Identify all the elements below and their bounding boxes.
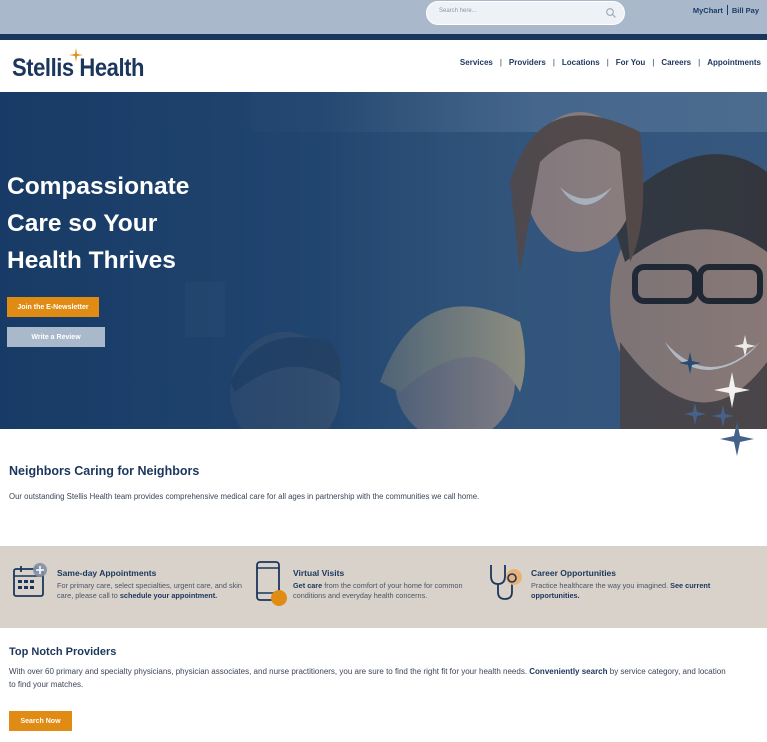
hero-banner: Compassionate Care so Your Health Thrive…: [0, 92, 767, 429]
nav-separator: |: [499, 58, 502, 67]
nav-separator: |: [552, 58, 555, 67]
get-care-link[interactable]: Get care: [293, 581, 322, 590]
nav-separator: |: [698, 58, 701, 67]
main-nav: Services | Providers | Locations | For Y…: [460, 58, 761, 67]
search-icon[interactable]: [605, 7, 617, 19]
newsletter-button[interactable]: Join the E-Newsletter: [7, 297, 99, 317]
conveniently-search-link[interactable]: Conveniently search: [529, 667, 607, 676]
search-now-button[interactable]: Search Now: [9, 711, 72, 731]
providers-title: Top Notch Providers: [9, 646, 117, 658]
feature-title-virtual[interactable]: Virtual Visits: [293, 568, 344, 578]
hero-title-line: Health Thrives: [7, 247, 176, 274]
stethoscope-icon: [490, 565, 522, 600]
nav-providers[interactable]: Providers: [509, 58, 546, 67]
nav-separator: |: [652, 58, 655, 67]
feature-text-same-day: For primary care, select specialties, ur…: [57, 581, 242, 600]
utility-links: MyChart Bill Pay: [693, 5, 759, 15]
nav-services[interactable]: Services: [460, 58, 493, 67]
feature-title-career[interactable]: Career Opportunities: [531, 568, 616, 578]
site-header: Stellis Health Services | Providers | Lo…: [0, 40, 767, 92]
nav-appointments[interactable]: Appointments: [707, 58, 761, 67]
mychart-link[interactable]: MyChart: [693, 6, 723, 15]
feature-text-virtual: Get care from the comfort of your home f…: [293, 581, 463, 600]
hero-title: Compassionate Care so Your Health Thrive…: [7, 168, 227, 279]
feature-text-career: Practice healthcare the way you imagined…: [531, 581, 711, 600]
intro-text: Our outstanding Stellis Health team prov…: [9, 492, 480, 501]
providers-text: With over 60 primary and specialty physi…: [9, 667, 726, 689]
utility-bar: Search here... MyChart Bill Pay: [0, 0, 767, 34]
bill-pay-link[interactable]: Bill Pay: [732, 6, 759, 15]
search-box[interactable]: Search here...: [426, 1, 625, 25]
hero-title-line: Care so Your: [7, 210, 158, 237]
nav-for-you[interactable]: For You: [616, 58, 645, 67]
hero-title-line: Compassionate: [7, 173, 190, 200]
nav-separator: |: [606, 58, 609, 67]
write-review-button[interactable]: Write a Review: [7, 327, 105, 347]
feature-title-same-day[interactable]: Same-day Appointments: [57, 568, 156, 578]
phone-icon: [256, 561, 287, 606]
features-band: Same-day Appointments For primary care, …: [0, 546, 767, 628]
search-input[interactable]: Search here...: [439, 8, 477, 14]
logo-star-icon: [69, 48, 83, 62]
divider: [726, 5, 728, 15]
schedule-link[interactable]: schedule your appointment.: [120, 591, 217, 600]
sparkle-decoration: [679, 335, 756, 456]
nav-careers[interactable]: Careers: [661, 58, 691, 67]
nav-locations[interactable]: Locations: [562, 58, 600, 67]
intro-title: Neighbors Caring for Neighbors: [9, 464, 200, 478]
calendar-icon: [13, 563, 47, 597]
